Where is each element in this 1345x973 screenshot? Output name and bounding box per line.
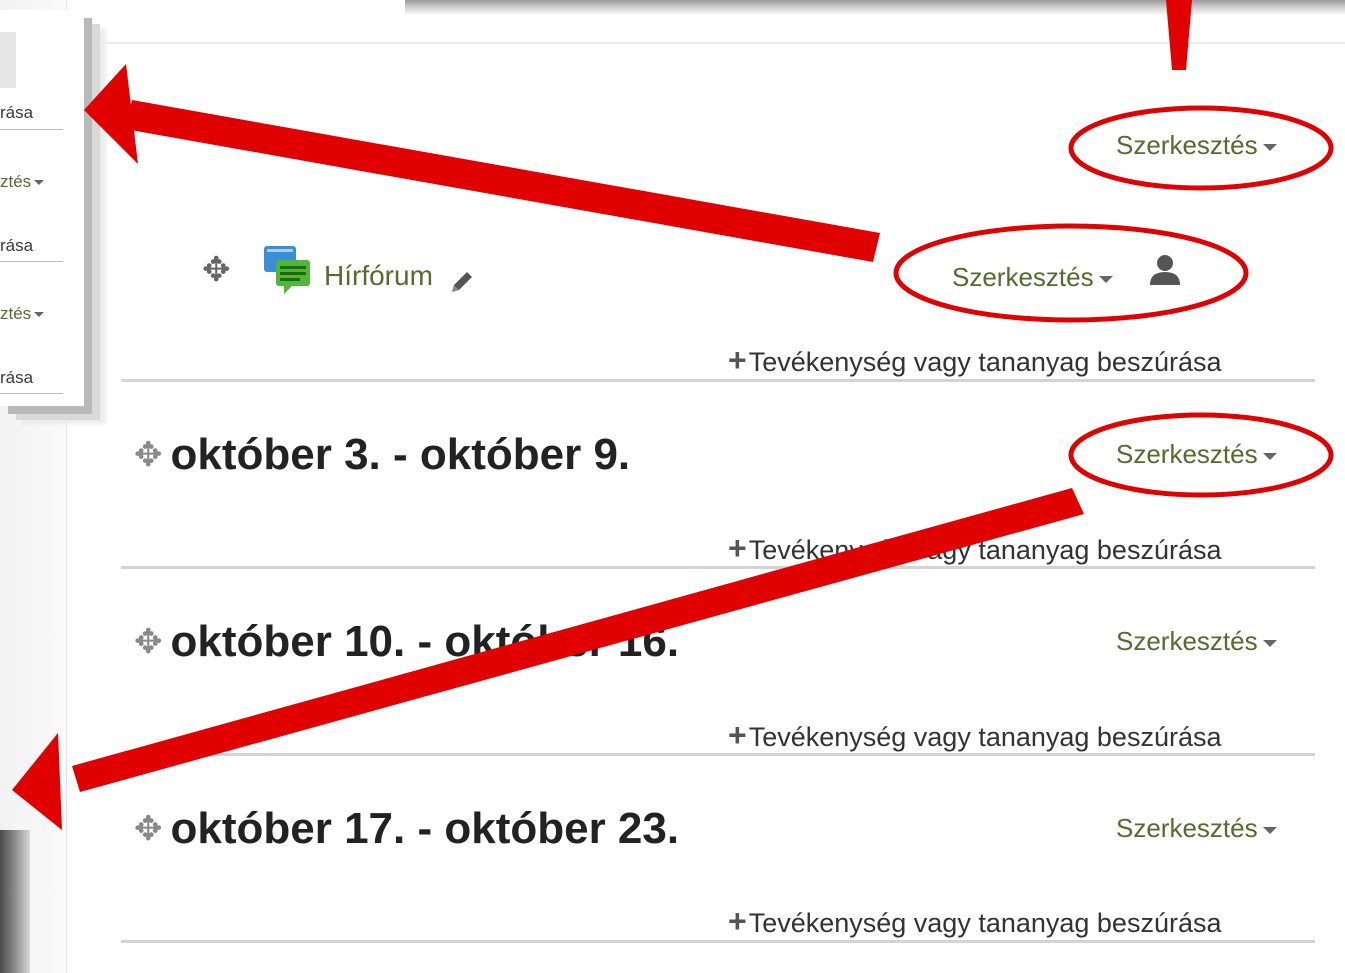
- caret-down-icon: [1098, 275, 1113, 283]
- forum-edit-menu[interactable]: Szerkesztés: [952, 262, 1113, 293]
- inset-edit-menu[interactable]: ztés: [0, 172, 45, 192]
- user-icon[interactable]: [1148, 252, 1182, 286]
- section-divider: [121, 940, 1315, 943]
- forum-icon: [264, 246, 310, 294]
- course-edit-menu[interactable]: Szerkesztés: [1116, 130, 1277, 161]
- move-icon[interactable]: ✥: [134, 623, 163, 661]
- top-divider: [66, 42, 1345, 44]
- plus-icon: +: [728, 342, 747, 378]
- forum-link[interactable]: Hírfórum: [324, 260, 433, 292]
- inset-divider: [0, 393, 63, 394]
- add-activity-link[interactable]: +Tevékenység vagy tananyag beszúrása: [728, 342, 1222, 379]
- caret-down-icon: [1262, 826, 1277, 834]
- add-activity-link[interactable]: +Tevékenység vagy tananyag beszúrása: [728, 903, 1222, 940]
- section-divider: [121, 753, 1315, 756]
- inset-gray-block: [0, 32, 16, 88]
- inset-divider: [0, 129, 63, 130]
- pencil-icon[interactable]: [448, 268, 476, 296]
- caret-down-icon: [34, 180, 45, 186]
- section-title: ✥ október 10. - október 16.: [134, 617, 680, 666]
- section-edit-menu[interactable]: Szerkesztés: [1116, 626, 1277, 657]
- plus-icon: +: [728, 903, 747, 939]
- top-shadow-bar: [405, 0, 1345, 14]
- move-icon[interactable]: ✥: [134, 436, 163, 474]
- section-edit-menu[interactable]: Szerkesztés: [1116, 439, 1277, 470]
- arrow-annotation: [125, 100, 880, 262]
- caret-down-icon: [1262, 452, 1277, 460]
- inset-add-label[interactable]: rása: [0, 368, 33, 388]
- section-title: ✥ október 17. - október 23.: [134, 804, 680, 853]
- section-edit-menu[interactable]: Szerkesztés: [1116, 813, 1277, 844]
- inset-edit-menu[interactable]: ztés: [0, 304, 45, 324]
- zoom-inset-panel: rása ztés rása ztés rása: [0, 10, 84, 406]
- plus-icon: +: [728, 530, 747, 566]
- inset-add-label[interactable]: rása: [0, 103, 33, 123]
- move-icon[interactable]: ✥: [202, 250, 231, 290]
- section-divider: [121, 566, 1315, 569]
- plus-icon: +: [728, 717, 747, 753]
- move-icon[interactable]: ✥: [134, 810, 163, 848]
- caret-down-icon: [1262, 639, 1277, 647]
- inset-divider: [0, 261, 63, 262]
- caret-down-icon: [1262, 143, 1277, 151]
- section-divider: [121, 379, 1315, 382]
- caret-down-icon: [34, 312, 45, 318]
- section-title: ✥ október 3. - október 9.: [134, 430, 631, 479]
- arrowhead-annotation: [84, 64, 138, 164]
- left-shadow: [0, 830, 30, 973]
- add-activity-link[interactable]: +Tevékenység vagy tananyag beszúrása: [728, 717, 1222, 754]
- add-activity-link[interactable]: +Tevékenység vagy tananyag beszúrása: [728, 530, 1222, 567]
- inset-add-label[interactable]: rása: [0, 236, 33, 256]
